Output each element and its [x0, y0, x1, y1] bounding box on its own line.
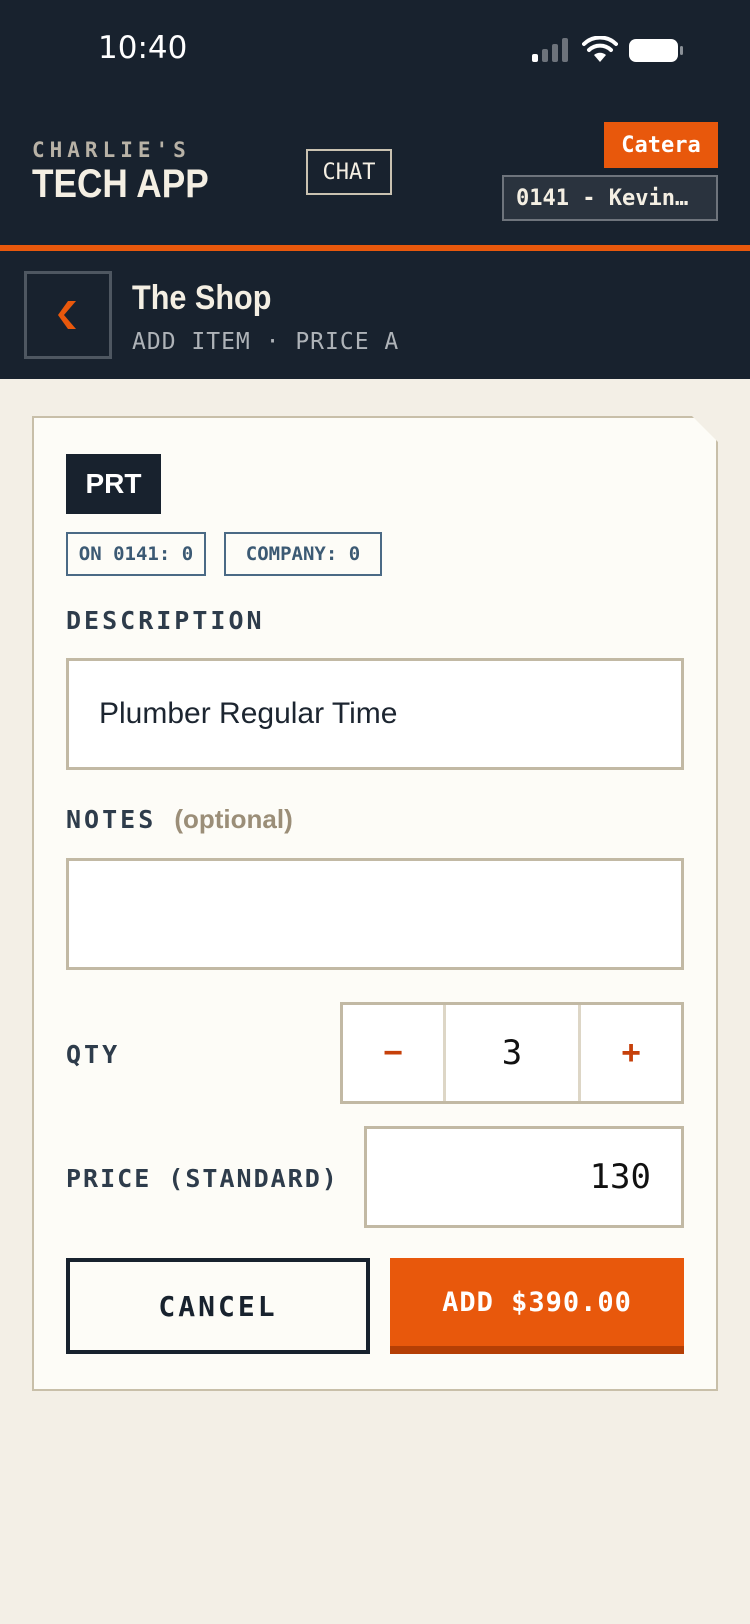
price-label: PRICE (STANDARD)	[66, 1164, 339, 1193]
page-subtitle: ADD ITEM · PRICE A	[132, 329, 400, 355]
status-bar: 10:40	[0, 0, 750, 100]
stock-on-job-chip: ON 0141: 0	[66, 532, 206, 576]
qty-value[interactable]: 3	[443, 1005, 581, 1101]
page-title: The Shop	[132, 279, 272, 317]
quantity-stepper: − 3 +	[340, 1002, 684, 1104]
qty-decrement-button[interactable]: −	[343, 1005, 443, 1101]
status-time: 10:40	[98, 30, 188, 66]
brand-title: TECH APP	[32, 162, 209, 206]
battery-icon	[629, 39, 683, 62]
notes-optional-hint: (optional)	[174, 804, 293, 834]
notes-field[interactable]	[66, 858, 684, 970]
description-field[interactable]: Plumber Regular Time	[66, 658, 684, 770]
description-label: DESCRIPTION	[66, 606, 265, 635]
page-header: The Shop ADD ITEM · PRICE A	[0, 251, 750, 379]
chat-button[interactable]: CHAT	[306, 149, 392, 195]
card-corner-fold	[692, 416, 718, 442]
cancel-button[interactable]: CANCEL	[66, 1258, 370, 1354]
stock-company-chip: COMPANY: 0	[224, 532, 382, 576]
notes-label-text: NOTES	[66, 805, 157, 834]
add-item-card: PRT ON 0141: 0 COMPANY: 0 DESCRIPTION Pl…	[32, 416, 718, 1391]
qty-label: QTY	[66, 1040, 121, 1069]
price-field[interactable]: 130	[364, 1126, 684, 1228]
cellular-signal-icon	[532, 38, 570, 62]
chevron-left-icon	[58, 301, 76, 329]
qty-increment-button[interactable]: +	[581, 1005, 681, 1101]
company-badge[interactable]: Catera	[604, 122, 718, 168]
job-select[interactable]: 0141 - Kevin…	[502, 175, 718, 221]
add-item-button[interactable]: ADD $390.00	[390, 1258, 684, 1354]
wifi-icon	[582, 36, 618, 62]
back-button[interactable]	[24, 271, 112, 359]
app-header: 10:40 CHARLIE'S TECH APP CHAT Catera 014…	[0, 0, 750, 245]
notes-label: NOTES (optional)	[66, 804, 293, 835]
item-type-badge: PRT	[66, 454, 161, 514]
brand-subtitle: CHARLIE'S	[32, 138, 191, 162]
